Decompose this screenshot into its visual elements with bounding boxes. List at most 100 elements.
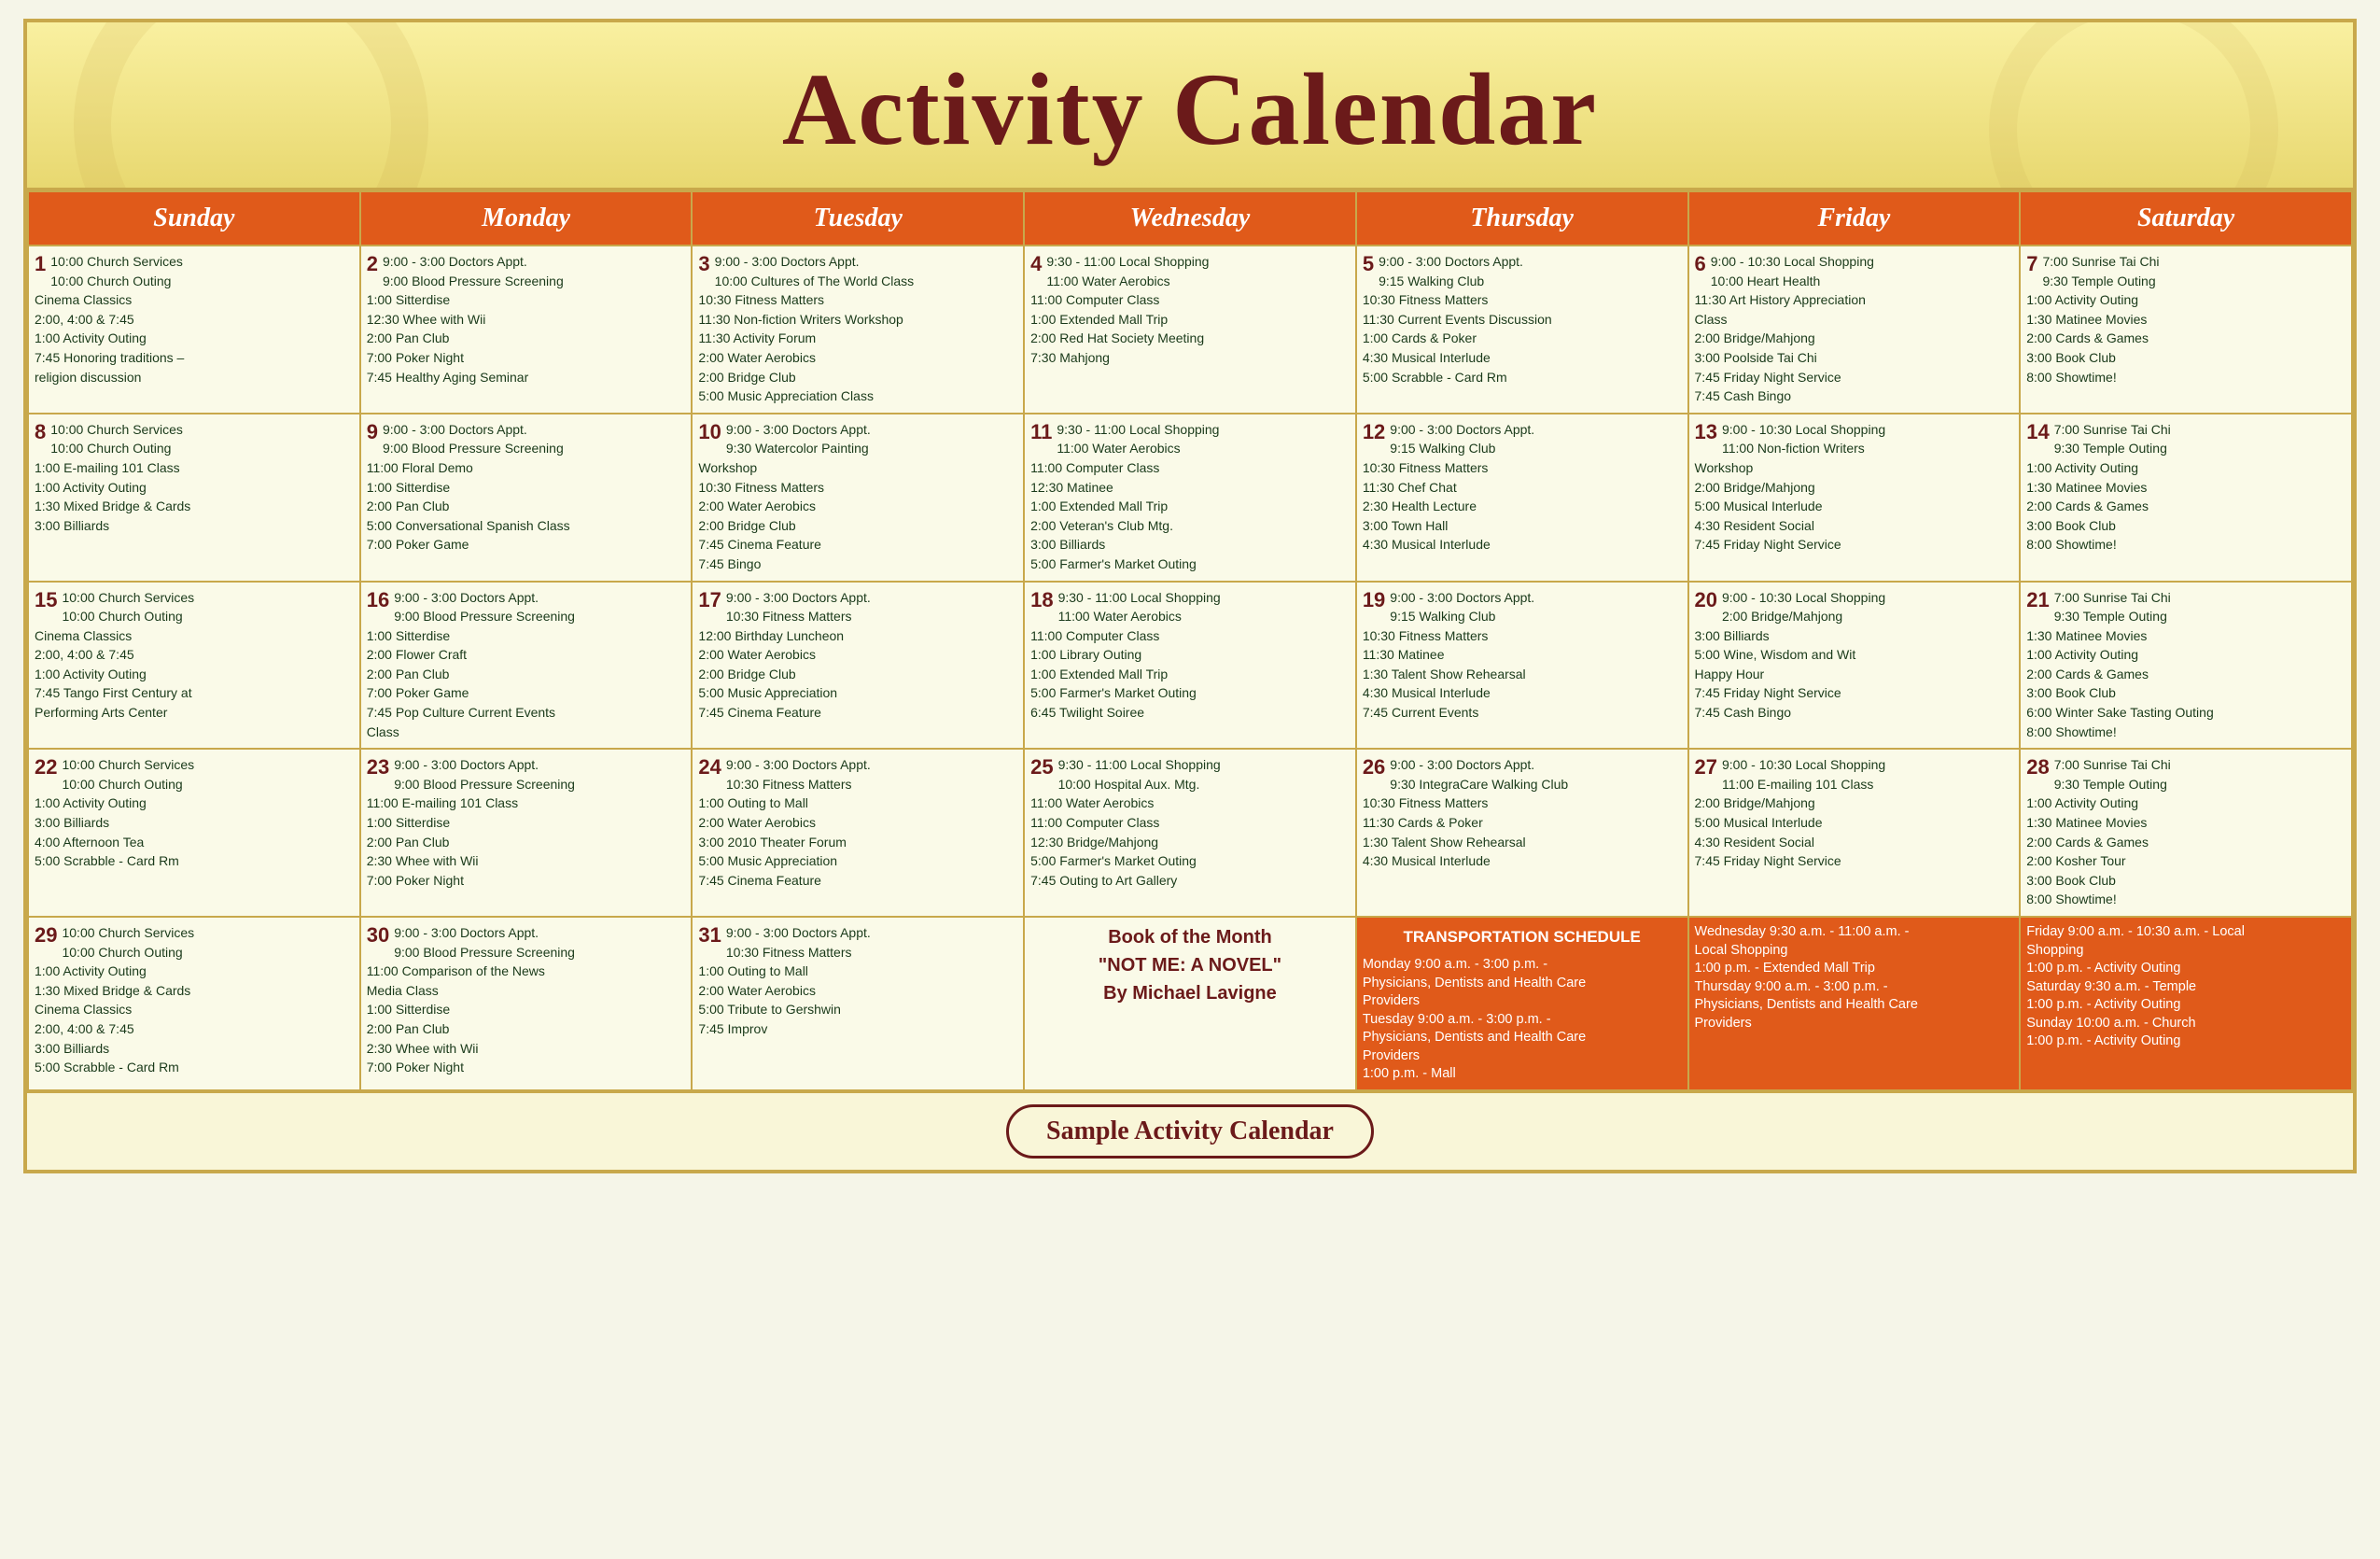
transport-line: Local Shopping xyxy=(1695,942,2014,961)
day-events: 10:00 Church Services10:00 Church Outing… xyxy=(35,924,354,1077)
day-events: 9:00 - 3:00 Doctors Appt.9:30 IntegraCar… xyxy=(1363,756,1682,871)
event-line: 10:30 Fitness Matters xyxy=(698,944,1017,962)
week-row-last: 2910:00 Church Services10:00 Church Outi… xyxy=(28,917,2352,1090)
transport-line: Providers xyxy=(1363,992,1682,1011)
event-line: Workshop xyxy=(1695,459,2014,478)
page-container: Activity Calendar Sunday Monday Tuesday … xyxy=(23,19,2357,1173)
event-line: 4:00 Afternoon Tea xyxy=(35,834,354,852)
event-line: 9:00 - 3:00 Doctors Appt. xyxy=(1363,421,1682,440)
week-row: 1510:00 Church Services10:00 Church Outi… xyxy=(28,582,2352,750)
event-line: 11:30 Chef Chat xyxy=(1363,479,1682,498)
event-line: 2:00 Cards & Games xyxy=(2026,498,2345,516)
transport-line: 1:00 p.m. - Activity Outing xyxy=(2026,996,2345,1015)
day-number: 17 xyxy=(698,586,721,614)
calendar-table: Sunday Monday Tuesday Wednesday Thursday… xyxy=(27,190,2353,1091)
day-number: 7 xyxy=(2026,250,2037,278)
day-headers-row: Sunday Monday Tuesday Wednesday Thursday… xyxy=(28,191,2352,246)
event-line: 10:30 Fitness Matters xyxy=(1363,459,1682,478)
transport-thu-cell: TRANSPORTATION SCHEDULEMonday 9:00 a.m. … xyxy=(1356,917,1688,1090)
event-line: 1:00 Activity Outing xyxy=(35,962,354,981)
event-line: 11:00 Water Aerobics xyxy=(1030,794,1350,813)
page-title: Activity Calendar xyxy=(46,50,2334,169)
event-line: 12:30 Matinee xyxy=(1030,479,1350,498)
event-line: 3:00 2010 Theater Forum xyxy=(698,834,1017,852)
event-line: 2:00 Kosher Tour xyxy=(2026,852,2345,871)
calendar-header: Activity Calendar xyxy=(27,22,2353,190)
event-line: 9:30 Temple Outing xyxy=(2026,608,2345,626)
event-line: 10:30 Fitness Matters xyxy=(698,479,1017,498)
event-line: 3:00 Book Club xyxy=(2026,517,2345,536)
transport-line: Shopping xyxy=(2026,942,2345,961)
event-line: 3:00 Book Club xyxy=(2026,684,2345,703)
event-line: 3:00 Billiards xyxy=(1695,627,2014,646)
day-number: 24 xyxy=(698,753,721,781)
day-events: 9:30 - 11:00 Local Shopping10:00 Hospita… xyxy=(1030,756,1350,890)
event-line: 7:45 Bingo xyxy=(698,555,1017,574)
event-line: 1:00 Outing to Mall xyxy=(698,962,1017,981)
transport-line: 1:00 p.m. - Mall xyxy=(1363,1065,1682,1084)
event-line: 2:00 Water Aerobics xyxy=(698,349,1017,368)
calendar-cell: 39:00 - 3:00 Doctors Appt.10:00 Cultures… xyxy=(692,246,1024,414)
event-line: 5:00 Farmer's Market Outing xyxy=(1030,555,1350,574)
week-row: 2210:00 Church Services10:00 Church Outi… xyxy=(28,749,2352,917)
day-events: 9:00 - 3:00 Doctors Appt.9:15 Walking Cl… xyxy=(1363,421,1682,555)
event-line: 11:00 Computer Class xyxy=(1030,814,1350,833)
event-line: 2:00 Cards & Games xyxy=(2026,834,2345,852)
event-line: 2:00 Red Hat Society Meeting xyxy=(1030,330,1350,348)
calendar-cell: 209:00 - 10:30 Local Shopping2:00 Bridge… xyxy=(1688,582,2021,750)
transport-line: 1:00 p.m. - Activity Outing xyxy=(2026,1032,2345,1051)
event-line: 3:00 Billiards xyxy=(35,517,354,536)
event-line: 2:00 Bridge/Mahjong xyxy=(1695,479,2014,498)
day-number: 5 xyxy=(1363,250,1374,278)
calendar-cell: 2910:00 Church Services10:00 Church Outi… xyxy=(28,917,360,1090)
event-line: 7:00 Sunrise Tai Chi xyxy=(2026,756,2345,775)
event-line: 10:00 Church Services xyxy=(35,924,354,943)
event-line: 9:00 - 3:00 Doctors Appt. xyxy=(367,756,686,775)
day-events: 9:00 - 3:00 Doctors Appt.10:30 Fitness M… xyxy=(698,589,1017,723)
transport-line: Physicians, Dentists and Health Care xyxy=(1363,1029,1682,1047)
event-line: 5:00 Music Appreciation xyxy=(698,684,1017,703)
event-line: 9:00 - 3:00 Doctors Appt. xyxy=(367,421,686,440)
event-line: 2:00 Pan Club xyxy=(367,834,686,852)
day-number: 11 xyxy=(1030,418,1052,446)
event-line: 9:00 - 3:00 Doctors Appt. xyxy=(1363,756,1682,775)
calendar-cell: 217:00 Sunrise Tai Chi9:30 Temple Outing… xyxy=(2020,582,2352,750)
event-line: 10:00 Church Services xyxy=(35,421,354,440)
event-line: 9:00 - 3:00 Doctors Appt. xyxy=(367,589,686,608)
event-line: 7:00 Sunrise Tai Chi xyxy=(2026,421,2345,440)
transport-line: Thursday 9:00 a.m. - 3:00 p.m. - xyxy=(1695,978,2014,997)
calendar-cell: 1510:00 Church Services10:00 Church Outi… xyxy=(28,582,360,750)
day-number: 12 xyxy=(1363,418,1385,446)
day-number: 28 xyxy=(2026,753,2049,781)
event-line: 10:00 Church Outing xyxy=(35,440,354,458)
event-line: 2:00 Bridge Club xyxy=(698,666,1017,684)
day-number: 1 xyxy=(35,250,46,278)
day-number: 20 xyxy=(1695,586,1717,614)
event-line: 2:00 Bridge Club xyxy=(698,517,1017,536)
event-line: 4:30 Musical Interlude xyxy=(1363,684,1682,703)
event-line: 2:00 Cards & Games xyxy=(2026,330,2345,348)
week-row: 110:00 Church Services10:00 Church Outin… xyxy=(28,246,2352,414)
event-line: 9:00 - 10:30 Local Shopping xyxy=(1695,253,2014,272)
day-events: 9:00 - 3:00 Doctors Appt.9:00 Blood Pres… xyxy=(367,589,686,742)
event-line: 1:00 Extended Mall Trip xyxy=(1030,498,1350,516)
event-line: 9:00 - 3:00 Doctors Appt. xyxy=(698,756,1017,775)
event-line: 11:00 Floral Demo xyxy=(367,459,686,478)
event-line: 9:00 - 3:00 Doctors Appt. xyxy=(367,253,686,272)
event-line: 12:30 Whee with Wii xyxy=(367,311,686,330)
header-tuesday: Tuesday xyxy=(692,191,1024,246)
event-line: 7:45 Cinema Feature xyxy=(698,536,1017,555)
day-events: 9:00 - 3:00 Doctors Appt.9:00 Blood Pres… xyxy=(367,421,686,555)
day-events: 9:30 - 11:00 Local Shopping11:00 Water A… xyxy=(1030,421,1350,574)
event-line: 9:00 - 3:00 Doctors Appt. xyxy=(1363,253,1682,272)
book-of-month-cell: Book of the Month"NOT ME: A NOVEL"By Mic… xyxy=(1024,917,1356,1090)
event-line: 3:00 Billiards xyxy=(35,1040,354,1059)
transport-line: 1:00 p.m. - Extended Mall Trip xyxy=(1695,960,2014,978)
event-line: 9:15 Walking Club xyxy=(1363,608,1682,626)
event-line: 9:00 - 3:00 Doctors Appt. xyxy=(698,924,1017,943)
day-events: 10:00 Church Services10:00 Church Outing… xyxy=(35,253,354,386)
event-line: 11:00 E-mailing 101 Class xyxy=(367,794,686,813)
calendar-cell: 169:00 - 3:00 Doctors Appt.9:00 Blood Pr… xyxy=(360,582,693,750)
day-number: 25 xyxy=(1030,753,1053,781)
event-line: Class xyxy=(367,723,686,742)
